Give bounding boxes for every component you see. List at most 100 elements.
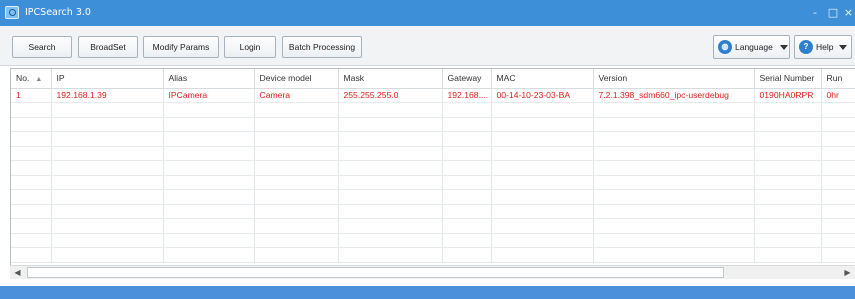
empty-row: [11, 175, 855, 190]
empty-cell: [254, 160, 339, 176]
scroll-left-icon[interactable]: ◀: [10, 266, 25, 279]
empty-cell: [338, 102, 443, 118]
empty-cell: [338, 160, 443, 176]
batch-processing-button[interactable]: Batch Processing: [282, 36, 362, 58]
empty-cell: [163, 117, 255, 132]
empty-cell: [163, 247, 255, 263]
empty-cell: [51, 146, 164, 161]
empty-cell: [254, 204, 339, 219]
cell-no: 1: [11, 88, 52, 103]
empty-cell: [163, 160, 255, 176]
empty-cell: [254, 146, 339, 161]
empty-cell: [163, 102, 255, 118]
maximize-button[interactable]: □: [825, 4, 841, 21]
empty-row: [11, 204, 855, 219]
empty-cell: [593, 160, 755, 176]
cell-version: 7.2.1.398_sdm660_ipc-userdebug: [593, 88, 755, 103]
column-header-mac[interactable]: MAC: [491, 69, 594, 89]
empty-cell: [11, 204, 52, 219]
language-dropdown[interactable]: ◍ Language: [713, 35, 790, 59]
empty-cell: [491, 146, 594, 161]
empty-cell: [163, 146, 255, 161]
empty-cell: [821, 175, 855, 190]
empty-cell: [491, 160, 594, 176]
broadset-button[interactable]: BroadSet: [78, 36, 138, 58]
empty-cell: [11, 218, 52, 234]
cell-mac: 00-14-10-23-03-BA: [491, 88, 594, 103]
empty-cell: [338, 247, 443, 263]
column-header-alias[interactable]: Alias: [163, 69, 255, 89]
scrollbar-thumb[interactable]: [27, 267, 724, 278]
empty-row: [11, 218, 855, 234]
scroll-right-icon[interactable]: ▶: [840, 266, 855, 279]
column-header-ip[interactable]: IP: [51, 69, 164, 89]
column-header-device-model[interactable]: Device model: [254, 69, 339, 89]
empty-cell: [754, 146, 822, 161]
empty-cell: [51, 102, 164, 118]
empty-row: [11, 233, 855, 248]
empty-row: [11, 247, 855, 263]
help-dropdown[interactable]: ? Help: [794, 35, 852, 59]
question-icon: ?: [799, 40, 813, 54]
empty-cell: [254, 102, 339, 118]
empty-cell: [254, 233, 339, 248]
empty-cell: [11, 189, 52, 205]
empty-cell: [491, 189, 594, 205]
status-bar: [0, 286, 855, 299]
empty-cell: [491, 131, 594, 147]
empty-cell: [491, 175, 594, 190]
empty-cell: [254, 117, 339, 132]
column-header-no[interactable]: No. ▲: [11, 69, 52, 89]
empty-cell: [754, 131, 822, 147]
empty-cell: [821, 204, 855, 219]
empty-cell: [254, 218, 339, 234]
empty-cell: [593, 131, 755, 147]
sort-up-icon: ▲: [35, 76, 43, 84]
empty-cell: [593, 218, 755, 234]
empty-cell: [754, 117, 822, 132]
empty-cell: [491, 218, 594, 234]
empty-cell: [51, 218, 164, 234]
minimize-button[interactable]: -: [807, 4, 823, 21]
empty-cell: [338, 117, 443, 132]
empty-cell: [593, 175, 755, 190]
cell-run: 0hr: [821, 88, 855, 103]
empty-cell: [491, 247, 594, 263]
empty-cell: [442, 175, 492, 190]
cell-alias: IPCamera: [163, 88, 255, 103]
empty-cell: [442, 102, 492, 118]
cell-ip: 192.168.1.39: [51, 88, 164, 103]
empty-cell: [51, 117, 164, 132]
empty-cell: [754, 102, 822, 118]
column-header-run[interactable]: Run: [821, 69, 855, 89]
empty-row: [11, 131, 855, 147]
cell-mask: 255.255.255.0: [338, 88, 443, 103]
empty-cell: [338, 146, 443, 161]
login-button[interactable]: Login: [224, 36, 276, 58]
empty-cell: [338, 218, 443, 234]
column-header-gateway[interactable]: Gateway: [442, 69, 492, 89]
language-label: Language: [735, 42, 773, 52]
search-button[interactable]: Search: [12, 36, 72, 58]
column-header-serial-number[interactable]: Serial Number: [754, 69, 822, 89]
empty-cell: [491, 102, 594, 118]
cell-gateway: 192.168....: [442, 88, 492, 103]
empty-cell: [163, 218, 255, 234]
empty-cell: [338, 204, 443, 219]
cell-device-model: Camera: [254, 88, 339, 103]
modify-params-button[interactable]: Modify Params: [143, 36, 219, 58]
empty-cell: [11, 175, 52, 190]
table-header: No. ▲ IP Alias Device model Mask Gateway …: [11, 69, 855, 89]
empty-cell: [51, 131, 164, 147]
help-label: Help: [816, 42, 834, 52]
empty-cell: [11, 233, 52, 248]
close-button[interactable]: ×: [842, 4, 855, 21]
horizontal-scrollbar[interactable]: ◀ ▶: [10, 265, 855, 279]
column-header-mask[interactable]: Mask: [338, 69, 443, 89]
empty-cell: [491, 204, 594, 219]
empty-cell: [754, 204, 822, 219]
chevron-down-icon: [839, 44, 847, 50]
cell-serial-number: 0190HA0RPR: [754, 88, 822, 103]
column-header-version[interactable]: Version: [593, 69, 755, 89]
table-row[interactable]: 1 192.168.1.39 IPCamera Camera 255.255.2…: [11, 88, 855, 103]
